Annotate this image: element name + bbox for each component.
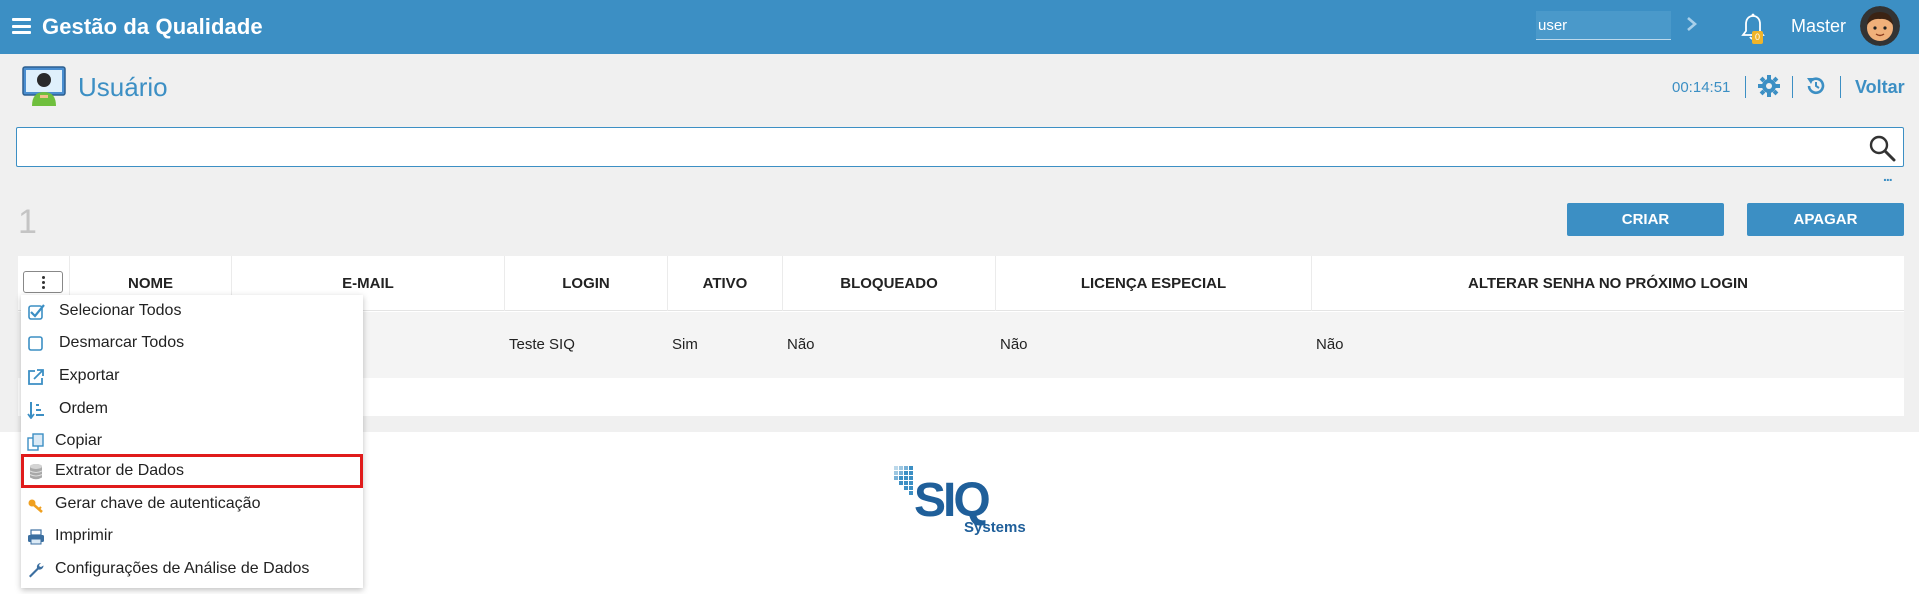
- avatar[interactable]: [1860, 6, 1900, 46]
- menu-item-export[interactable]: Exportar: [21, 360, 363, 392]
- gear-icon[interactable]: [1758, 75, 1780, 97]
- menu-item-select-all[interactable]: Selecionar Todos: [21, 295, 363, 327]
- search-input[interactable]: [16, 127, 1904, 167]
- record-count: 1: [18, 203, 37, 241]
- column-header-licenca-especial[interactable]: LICENÇA ESPECIAL: [995, 256, 1311, 311]
- menu-item-generate-auth-key[interactable]: Gerar chave de autenticação: [21, 488, 363, 520]
- divider: [1745, 76, 1746, 98]
- column-header-bloqueado[interactable]: BLOQUEADO: [782, 256, 995, 311]
- column-header-ativo[interactable]: ATIVO: [667, 256, 782, 311]
- search-icon[interactable]: [1868, 134, 1896, 162]
- page-title: Usuário: [78, 72, 168, 102]
- app-title: Gestão da Qualidade: [42, 14, 263, 39]
- hamburger-menu-icon[interactable]: [12, 18, 31, 34]
- top-bar: Gestão da Qualidade 0 Master: [0, 0, 1919, 54]
- menu-item-print[interactable]: Imprimir: [21, 520, 363, 552]
- menu-item-data-analysis-settings[interactable]: Configurações de Análise de Dados: [21, 553, 363, 585]
- more-options-icon[interactable]: ...: [1883, 169, 1893, 183]
- menu-item-order[interactable]: Ordem: [21, 393, 363, 425]
- checkbox-empty-icon: [28, 336, 43, 351]
- column-header-alterar-senha[interactable]: ALTERAR SENHA NO PRÓXIMO LOGIN: [1311, 256, 1904, 311]
- user-monitor-icon: [22, 66, 66, 106]
- chevron-right-icon[interactable]: [1685, 14, 1699, 34]
- key-icon: [28, 499, 43, 513]
- cell-login: Teste SIQ: [509, 336, 575, 353]
- cell-ativo: Sim: [672, 336, 698, 353]
- export-icon: [28, 369, 44, 385]
- menu-item-data-extractor[interactable]: Extrator de Dados: [21, 454, 363, 488]
- logo-sub-text: Systems: [964, 519, 1026, 536]
- database-icon: [29, 464, 43, 480]
- user-search-input[interactable]: [1536, 11, 1671, 40]
- wrench-icon: [29, 562, 44, 578]
- session-timer: 00:14:51: [1672, 79, 1731, 96]
- notification-badge: 0: [1752, 31, 1763, 44]
- divider: [1840, 76, 1841, 98]
- history-icon[interactable]: [1805, 75, 1827, 97]
- cell-bloqueado: Não: [787, 336, 815, 353]
- back-link[interactable]: Voltar: [1855, 77, 1905, 98]
- printer-icon: [28, 529, 44, 545]
- divider: [1792, 76, 1793, 98]
- user-name[interactable]: Master: [1791, 16, 1846, 37]
- delete-button[interactable]: APAGAR: [1747, 203, 1904, 236]
- copy-icon: [27, 433, 44, 451]
- create-button[interactable]: CRIAR: [1567, 203, 1724, 236]
- cell-licenca: Não: [1000, 336, 1028, 353]
- checkbox-checked-icon: [28, 304, 45, 320]
- menu-item-copy[interactable]: Copiar: [21, 425, 363, 457]
- column-header-login[interactable]: LOGIN: [504, 256, 667, 311]
- table-actions-menu: Selecionar Todos Desmarcar Todos Exporta…: [21, 295, 363, 588]
- cell-alterar-senha: Não: [1316, 336, 1344, 353]
- menu-item-deselect-all[interactable]: Desmarcar Todos: [21, 327, 363, 359]
- table-actions-kebab-icon[interactable]: [23, 271, 63, 293]
- sort-icon: [27, 402, 44, 419]
- siq-systems-logo: SIQ Systems: [894, 466, 1026, 536]
